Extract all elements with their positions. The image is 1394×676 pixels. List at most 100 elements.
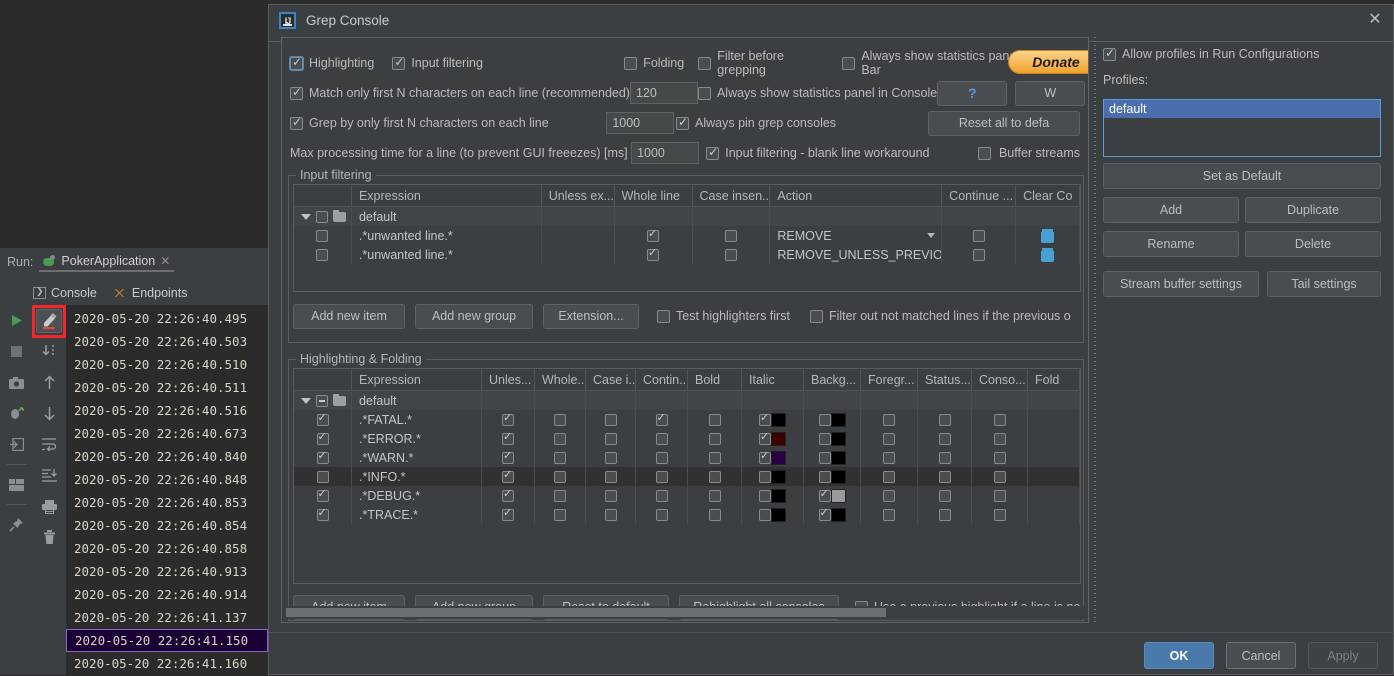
- soft-wrap-icon[interactable]: [33, 429, 66, 460]
- row-status[interactable]: [918, 486, 972, 505]
- layout-icon[interactable]: [0, 469, 33, 500]
- row-background[interactable]: [804, 486, 861, 505]
- option-grep-first-n[interactable]: Grep by only first N characters on each …: [290, 115, 606, 130]
- row-continue[interactable]: [636, 467, 688, 486]
- bold-checkbox[interactable]: [708, 508, 721, 521]
- option-filter-out[interactable]: Filter out not matched lines if the prev…: [809, 309, 1071, 323]
- foreground-checkbox[interactable]: [883, 489, 895, 502]
- table-row[interactable]: default: [294, 391, 1080, 410]
- row-whole-line[interactable]: [615, 207, 693, 226]
- col-case-insensitive[interactable]: Case insen...: [693, 185, 771, 207]
- console-checkbox[interactable]: [993, 489, 1006, 502]
- checkbox-grep-first-n[interactable]: [290, 115, 303, 130]
- foreground-color-swatch[interactable]: [830, 431, 846, 446]
- row-whole[interactable]: [535, 429, 586, 448]
- row-clear[interactable]: [1016, 245, 1080, 264]
- row-unless[interactable]: [542, 245, 615, 264]
- console-output[interactable]: 2020-05-20 22:26:40.495 2020-05-20 22:26…: [66, 305, 268, 675]
- row-whole[interactable]: [535, 505, 586, 524]
- col-fold[interactable]: Fold: [1028, 369, 1080, 391]
- background-color-swatch[interactable]: [771, 507, 786, 522]
- italic-checkbox[interactable]: [759, 411, 771, 426]
- row-case[interactable]: [693, 207, 771, 226]
- down-icon[interactable]: [33, 398, 66, 429]
- bold-checkbox[interactable]: [708, 451, 721, 464]
- row-continue[interactable]: [636, 448, 688, 467]
- match-first-n-input[interactable]: 120: [629, 82, 698, 104]
- tab-console[interactable]: Console: [33, 286, 97, 300]
- foreground-color-swatch[interactable]: [830, 488, 846, 503]
- row-continue[interactable]: [636, 391, 688, 410]
- row-continue[interactable]: [942, 207, 1017, 226]
- whole-checkbox[interactable]: [554, 489, 566, 502]
- row-console[interactable]: [972, 505, 1028, 524]
- background-color-swatch[interactable]: [771, 469, 786, 484]
- row-expression[interactable]: .*TRACE.*: [352, 505, 482, 524]
- row-unless[interactable]: [482, 391, 535, 410]
- background-color-swatch[interactable]: [771, 488, 786, 503]
- checkbox-highlighting[interactable]: [289, 55, 304, 71]
- w-button[interactable]: W: [1015, 80, 1086, 106]
- row-status[interactable]: [918, 448, 972, 467]
- col-continue[interactable]: Continue ...: [942, 185, 1017, 207]
- background-checkbox[interactable]: [818, 432, 831, 445]
- table-row[interactable]: .*TRACE.*: [294, 505, 1080, 524]
- row-whole[interactable]: [535, 391, 586, 410]
- close-icon[interactable]: ✕: [1367, 12, 1383, 29]
- row-background[interactable]: [804, 410, 861, 429]
- foreground-color-swatch[interactable]: [830, 469, 846, 484]
- checkbox-blank-line-workaround[interactable]: [706, 145, 720, 160]
- add-new-group-button[interactable]: Add new group: [415, 303, 533, 329]
- case-checkbox[interactable]: [604, 508, 617, 521]
- row-handle[interactable]: [294, 429, 352, 448]
- scrollbar-thumb[interactable]: [286, 608, 886, 617]
- row-case[interactable]: [586, 410, 636, 429]
- checkbox-always-pin[interactable]: [676, 115, 690, 130]
- delete-profile-button[interactable]: Delete: [1245, 231, 1381, 257]
- row-expression[interactable]: default: [352, 391, 482, 410]
- row-checkbox[interactable]: [316, 248, 329, 261]
- tab-endpoints[interactable]: Endpoints: [113, 286, 187, 300]
- set-as-default-button[interactable]: Set as Default: [1103, 163, 1381, 189]
- checkbox-match-first-n[interactable]: [290, 85, 303, 100]
- row-expression[interactable]: .*ERROR.*: [352, 429, 482, 448]
- row-case[interactable]: [693, 245, 771, 264]
- whole-checkbox[interactable]: [554, 451, 566, 464]
- table-row[interactable]: default: [294, 207, 1080, 226]
- continue-checkbox[interactable]: [655, 451, 668, 464]
- row-fold[interactable]: [1028, 448, 1080, 467]
- col-status[interactable]: Status...: [918, 369, 972, 391]
- col-whole-line[interactable]: Whole line: [615, 185, 693, 207]
- status-checkbox[interactable]: [938, 489, 951, 502]
- row-continue[interactable]: [942, 245, 1017, 264]
- row-background[interactable]: [804, 448, 861, 467]
- ok-button[interactable]: OK: [1144, 642, 1214, 669]
- table-row[interactable]: .*FATAL.*: [294, 410, 1080, 429]
- console-checkbox[interactable]: [993, 413, 1006, 426]
- print-icon[interactable]: [33, 491, 66, 522]
- row-background[interactable]: [804, 429, 861, 448]
- close-icon[interactable]: ✕: [160, 254, 170, 268]
- status-checkbox[interactable]: [938, 413, 951, 426]
- row-foreground[interactable]: [861, 448, 918, 467]
- table-row[interactable]: .*DEBUG.*: [294, 486, 1080, 505]
- whole-checkbox[interactable]: [554, 432, 566, 445]
- pane-splitter[interactable]: [1091, 37, 1099, 623]
- debug-rerun-icon[interactable]: [0, 398, 33, 429]
- donate-button[interactable]: Donate: [1008, 50, 1088, 74]
- table-row[interactable]: .*unwanted line.* REMOVE_UNLESS_PREVIO..…: [294, 245, 1080, 264]
- row-checkbox[interactable]: [316, 470, 329, 483]
- row-continue[interactable]: [636, 505, 688, 524]
- row-unless[interactable]: [542, 207, 615, 226]
- row-unless[interactable]: [482, 448, 535, 467]
- bold-checkbox[interactable]: [708, 489, 721, 502]
- col-whole[interactable]: Whole...: [535, 369, 586, 391]
- col-expression[interactable]: Expression: [352, 369, 482, 391]
- option-blank-line-workaround[interactable]: Input filtering - blank line workaround: [706, 145, 978, 160]
- col-italic[interactable]: Italic: [742, 369, 804, 391]
- row-console[interactable]: [972, 429, 1028, 448]
- italic-checkbox[interactable]: [759, 470, 771, 483]
- option-always-pin[interactable]: Always pin grep consoles: [676, 115, 928, 130]
- row-handle[interactable]: [294, 410, 352, 429]
- case-checkbox[interactable]: [604, 489, 617, 502]
